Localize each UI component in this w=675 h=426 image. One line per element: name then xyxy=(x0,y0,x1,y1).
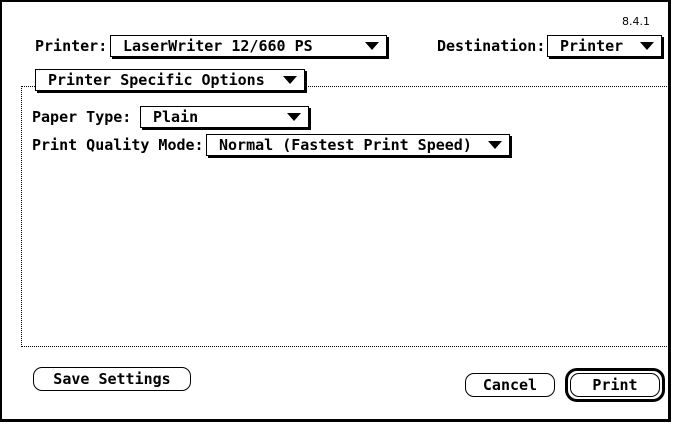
print-quality-popup[interactable]: Normal (Fastest Print Speed) xyxy=(206,134,510,156)
save-settings-label: Save Settings xyxy=(53,370,171,388)
chevron-down-icon xyxy=(283,76,297,84)
destination-popup-value: Printer xyxy=(560,37,624,55)
chevron-down-icon xyxy=(488,141,502,149)
chevron-down-icon xyxy=(640,42,654,50)
panel-selector-popup[interactable]: Printer Specific Options xyxy=(35,69,305,91)
printer-popup-value: LaserWriter 12/660 PS xyxy=(123,37,313,55)
save-settings-button[interactable]: Save Settings xyxy=(33,367,191,391)
print-button-face[interactable]: Print xyxy=(570,373,660,397)
destination-label: Destination: xyxy=(437,37,546,55)
paper-type-value: Plain xyxy=(153,108,199,126)
print-quality-label: Print Quality Mode: xyxy=(32,136,204,154)
print-label: Print xyxy=(592,376,638,394)
printer-label: Printer: xyxy=(35,37,108,55)
panel-selector-value: Printer Specific Options xyxy=(48,71,265,89)
paper-type-popup[interactable]: Plain xyxy=(140,106,309,128)
version-label: 8.4.1 xyxy=(622,15,650,28)
cancel-label: Cancel xyxy=(482,376,538,394)
destination-popup[interactable]: Printer xyxy=(547,35,662,57)
print-button[interactable]: Print xyxy=(565,368,665,402)
chevron-down-icon xyxy=(287,113,301,121)
cancel-button[interactable]: Cancel xyxy=(465,373,555,397)
chevron-down-icon xyxy=(365,42,379,50)
printer-popup[interactable]: LaserWriter 12/660 PS xyxy=(110,35,387,57)
paper-type-label: Paper Type: xyxy=(32,108,132,126)
print-quality-value: Normal (Fastest Print Speed) xyxy=(219,136,472,154)
